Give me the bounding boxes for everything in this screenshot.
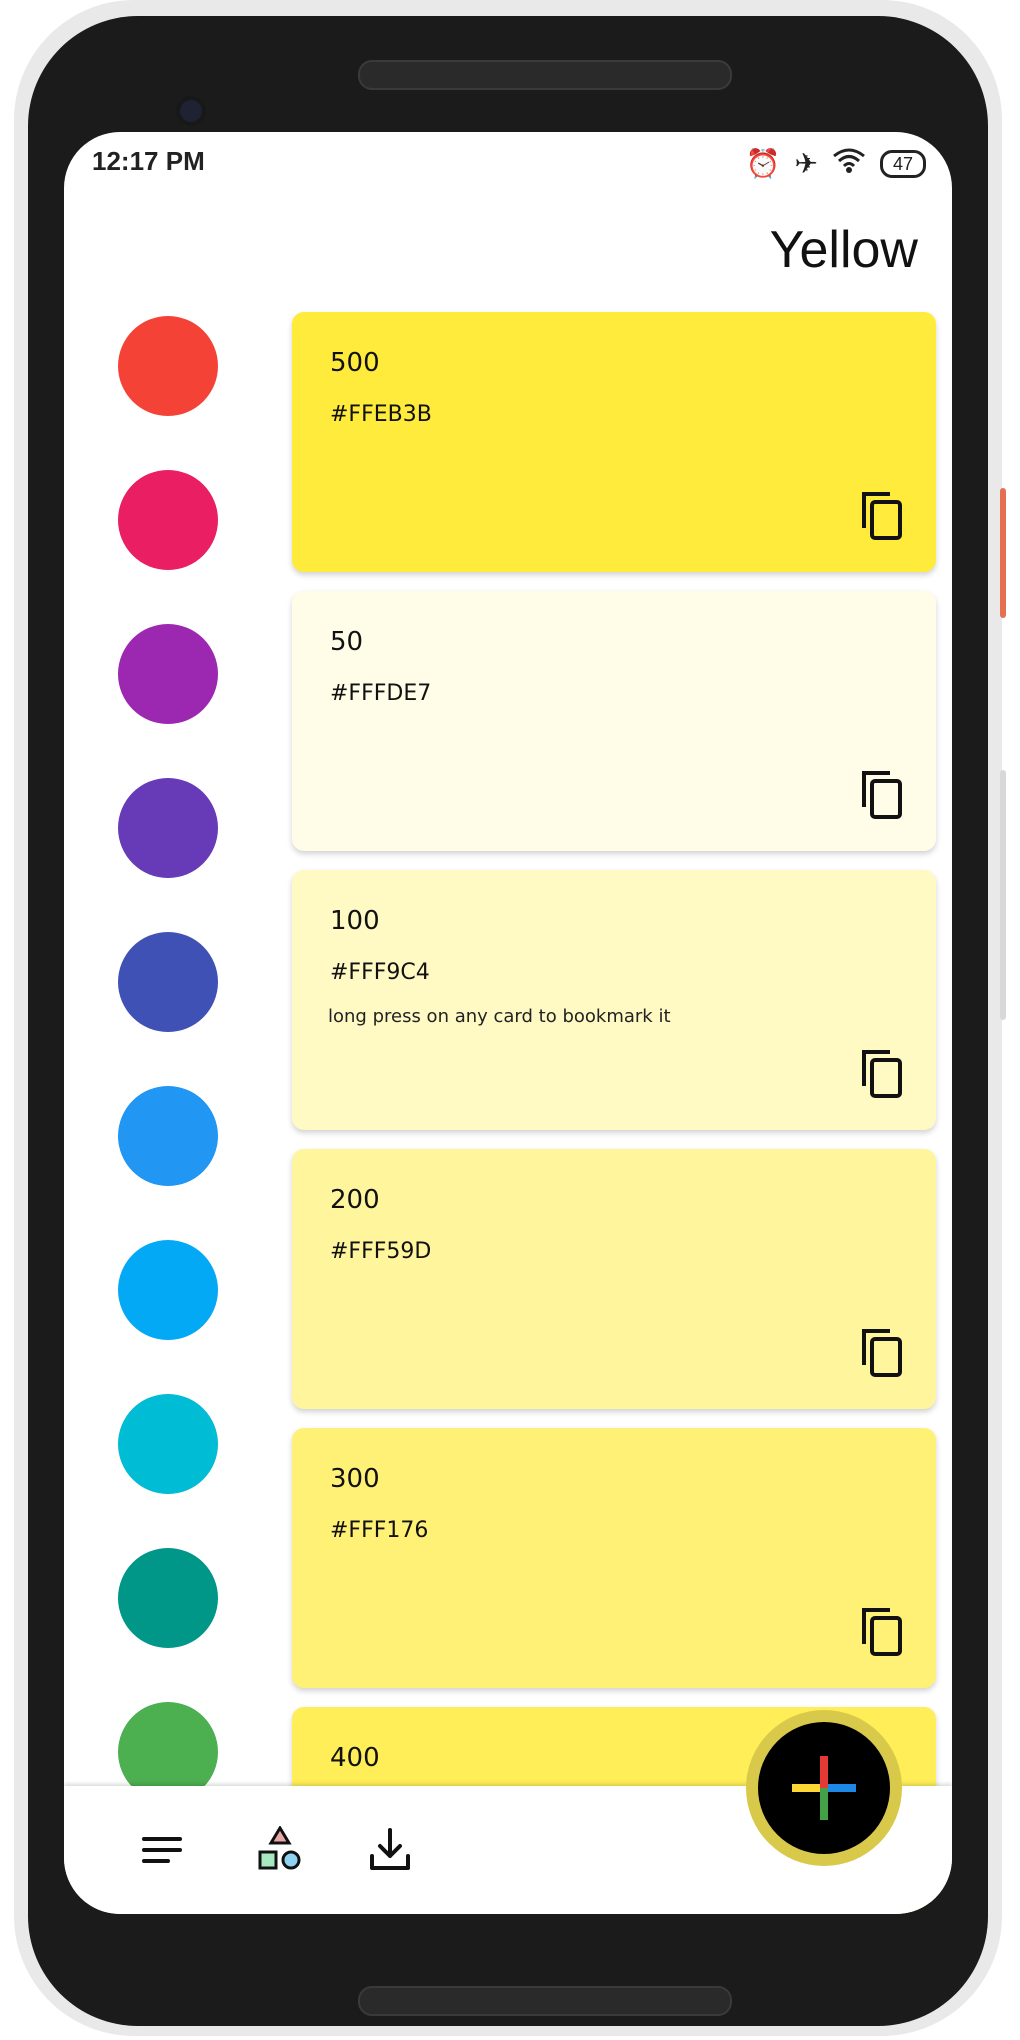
palette-dot-blue[interactable] bbox=[118, 1086, 218, 1186]
plus-icon bbox=[792, 1756, 856, 1820]
palette-dot-pink[interactable] bbox=[118, 470, 218, 570]
shade-hex: #FFFDE7 bbox=[330, 681, 432, 706]
copy-icon[interactable] bbox=[858, 1604, 906, 1658]
shade-hex: #FFF59D bbox=[330, 1239, 432, 1264]
shade-weight: 300 bbox=[330, 1464, 380, 1494]
palette-dot-light-blue[interactable] bbox=[118, 1240, 218, 1340]
status-bar: 12:17 PM ⏰ ✈ 47 bbox=[64, 132, 952, 202]
copy-icon[interactable] bbox=[858, 1046, 906, 1100]
shade-weight: 500 bbox=[330, 348, 380, 378]
menu-icon[interactable] bbox=[138, 1826, 186, 1874]
shade-weight: 200 bbox=[330, 1185, 380, 1215]
airplane-icon: ✈ bbox=[794, 147, 818, 180]
palette-dot-red[interactable] bbox=[118, 316, 218, 416]
volume-button bbox=[1000, 770, 1006, 1020]
shade-card[interactable]: 50 #FFFDE7 bbox=[292, 591, 936, 851]
alarm-icon: ⏰ bbox=[745, 147, 781, 180]
wifi-icon bbox=[832, 146, 866, 181]
shade-weight: 100 bbox=[330, 906, 380, 936]
status-icons: ⏰ ✈ 47 bbox=[746, 146, 926, 181]
add-fab-button[interactable] bbox=[758, 1722, 890, 1854]
front-camera bbox=[176, 96, 206, 126]
app-screen: 12:17 PM ⏰ ✈ 47 Yellow 500 #FFEB3B 50 #FFFD… bbox=[64, 132, 952, 1914]
shade-weight: 400 bbox=[330, 1743, 380, 1773]
bottom-speaker bbox=[358, 1986, 732, 2016]
download-icon[interactable] bbox=[366, 1826, 414, 1874]
palette-list bbox=[118, 316, 218, 1856]
shade-card[interactable]: 200 #FFF59D bbox=[292, 1149, 936, 1409]
bookmark-hint: long press on any card to bookmark it bbox=[328, 1006, 671, 1027]
copy-icon[interactable] bbox=[858, 767, 906, 821]
status-time: 12:17 PM bbox=[92, 146, 205, 176]
shade-hex: #FFF176 bbox=[330, 1518, 429, 1543]
shade-card-list: 500 #FFEB3B 50 #FFFDE7 100 #FFF9C4 long press … bbox=[292, 312, 936, 1914]
battery-icon: 47 bbox=[879, 149, 926, 178]
palette-dot-deep-purple[interactable] bbox=[118, 778, 218, 878]
palette-dot-purple[interactable] bbox=[118, 624, 218, 724]
shapes-icon[interactable] bbox=[256, 1825, 304, 1874]
power-button bbox=[1000, 488, 1006, 618]
shade-card[interactable]: 300 #FFF176 bbox=[292, 1428, 936, 1688]
palette-dot-indigo[interactable] bbox=[118, 932, 218, 1032]
page-title: Yellow bbox=[769, 221, 918, 279]
top-speaker bbox=[358, 60, 732, 90]
shade-weight: 50 bbox=[330, 627, 364, 657]
palette-dot-teal[interactable] bbox=[118, 1548, 218, 1648]
copy-icon[interactable] bbox=[858, 1325, 906, 1379]
shade-hex: #FFEB3B bbox=[330, 402, 432, 427]
shade-hex: #FFF9C4 bbox=[330, 960, 430, 985]
shade-card[interactable]: 500 #FFEB3B bbox=[292, 312, 936, 572]
copy-icon[interactable] bbox=[858, 488, 906, 542]
palette-dot-cyan[interactable] bbox=[118, 1394, 218, 1494]
shade-card[interactable]: 100 #FFF9C4 long press on any card to book… bbox=[292, 870, 936, 1130]
